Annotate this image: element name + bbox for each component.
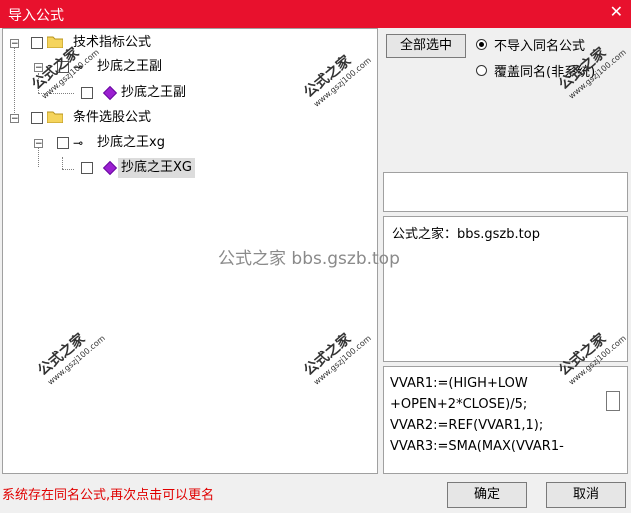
code-line: +OPEN+2*CLOSE)/5; xyxy=(390,397,528,412)
collapse-icon[interactable]: − xyxy=(34,139,43,149)
cancel-button[interactable]: 取消 xyxy=(546,482,626,508)
node-label: 抄底之王副 xyxy=(97,59,163,74)
gem-icon xyxy=(102,85,118,101)
tree-node-formula[interactable]: 抄底之王XG xyxy=(3,158,223,178)
radio-skip-duplicate[interactable] xyxy=(476,39,487,50)
tree-node-formula[interactable]: − ⊸ 抄底之王副 xyxy=(3,57,223,77)
scroll-thumb[interactable] xyxy=(606,391,620,411)
ok-button[interactable]: 确定 xyxy=(447,482,527,508)
key-icon: ⊸ xyxy=(73,136,84,150)
title-bar: 导入公式 ✕ xyxy=(0,0,631,28)
node-checkbox[interactable] xyxy=(81,87,93,99)
node-checkbox[interactable] xyxy=(57,137,69,149)
collapse-icon[interactable]: − xyxy=(10,39,19,49)
description-text: 公式之家：bbs.gszb.top xyxy=(392,227,540,242)
node-label: 条件选股公式 xyxy=(73,110,152,125)
formula-tree[interactable]: − 技术指标公式 − ⊸ 抄底之王副 抄底之王副 − 条件选股公式 − ⊸ 抄底… xyxy=(2,28,378,474)
code-preview[interactable]: VVAR1:=(HIGH+LOW +OPEN+2*CLOSE)/5; VVAR2… xyxy=(383,366,628,474)
node-label: 抄底之王xg xyxy=(97,135,165,150)
description-box: 公式之家：bbs.gszb.top xyxy=(383,216,628,362)
tree-node-folder[interactable]: − 条件选股公式 xyxy=(3,108,203,128)
collapse-icon[interactable]: − xyxy=(10,114,19,124)
key-icon: ⊸ xyxy=(73,60,84,74)
info-box xyxy=(383,172,628,212)
node-checkbox[interactable] xyxy=(31,37,43,49)
select-all-button[interactable]: 全部选中 xyxy=(386,34,466,58)
tree-node-formula[interactable]: 抄底之王副 xyxy=(3,83,223,103)
close-icon[interactable]: ✕ xyxy=(610,2,623,21)
folder-icon xyxy=(47,36,63,48)
tree-node-formula[interactable]: − ⊸ 抄底之王xg xyxy=(3,133,223,153)
node-checkbox[interactable] xyxy=(57,61,69,73)
node-label-selected: 抄底之王XG xyxy=(118,158,195,178)
radio-label: 覆盖同名(非系统) xyxy=(494,65,596,80)
code-line: VVAR3:=SMA(MAX(VVAR1- xyxy=(390,439,564,454)
collapse-icon[interactable]: − xyxy=(34,63,43,73)
folder-icon xyxy=(47,111,63,123)
radio-label: 不导入同名公式 xyxy=(494,39,586,54)
node-label: 技术指标公式 xyxy=(73,35,152,50)
tree-node-folder[interactable]: − 技术指标公式 xyxy=(3,33,203,53)
node-checkbox[interactable] xyxy=(31,112,43,124)
gem-icon xyxy=(102,160,118,176)
status-message: 系统存在同名公式,再次点击可以更名 xyxy=(2,488,215,503)
code-line: VVAR1:=(HIGH+LOW xyxy=(390,376,528,391)
node-checkbox[interactable] xyxy=(81,162,93,174)
code-line: VVAR2:=REF(VVAR1,1); xyxy=(390,418,544,433)
radio-overwrite[interactable] xyxy=(476,65,487,76)
window-title: 导入公式 xyxy=(8,8,64,24)
node-label: 抄底之王副 xyxy=(121,85,187,100)
